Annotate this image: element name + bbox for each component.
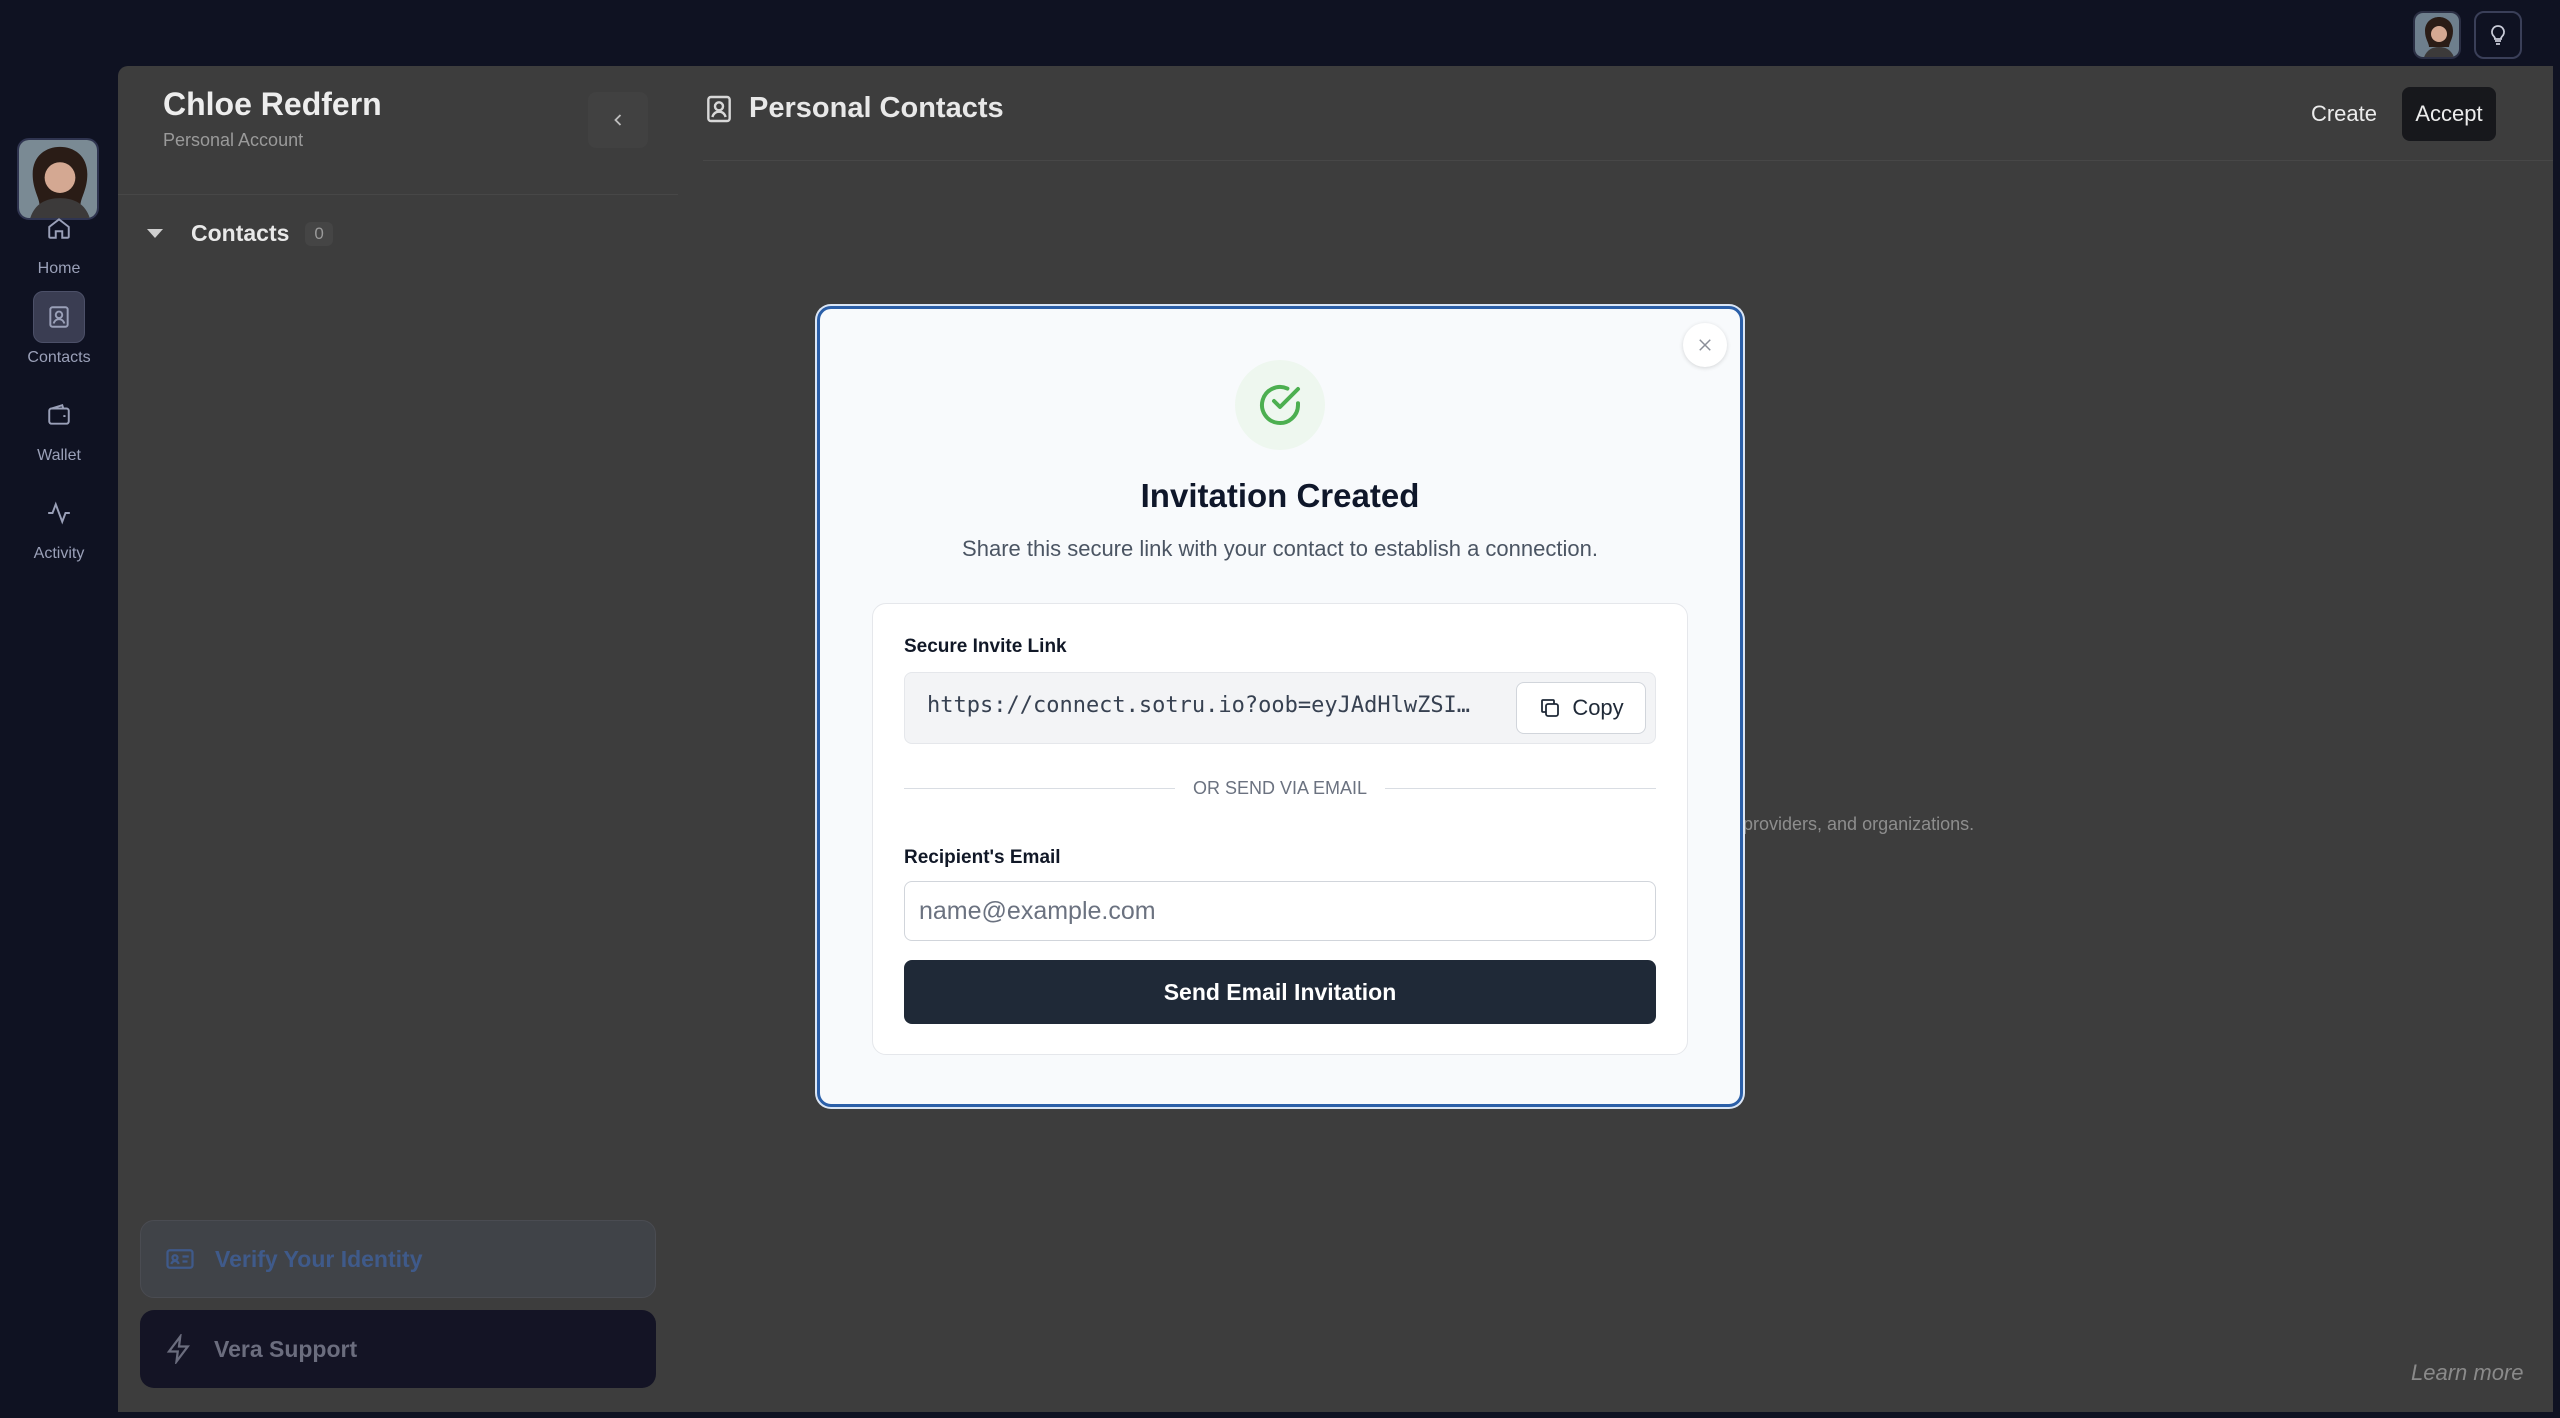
verify-identity-button[interactable]: Verify Your Identity [140, 1220, 656, 1298]
contacts-section-label: Contacts [191, 220, 290, 246]
rail-item-wallet[interactable]: Wallet [0, 389, 118, 465]
collapse-sidebar-button[interactable] [588, 92, 648, 148]
home-icon [33, 202, 85, 254]
invite-card: Secure Invite Link https://connect.sotru… [872, 603, 1688, 1055]
invite-link-label: Secure Invite Link [904, 636, 1067, 657]
create-button[interactable]: Create [2295, 88, 2393, 140]
vera-support-button[interactable]: Vera Support [140, 1310, 656, 1388]
divider-line-right [1385, 788, 1656, 789]
caret-down-icon [147, 229, 163, 238]
rail-label-activity: Activity [33, 545, 85, 562]
chevron-left-icon [614, 114, 622, 126]
divider-line-left [904, 788, 1175, 789]
contacts-section-toggle[interactable]: Contacts 0 [143, 220, 333, 247]
contacts-icon [33, 291, 85, 343]
verify-identity-label: Verify Your Identity [215, 1245, 423, 1272]
contacts-sidebar: Chloe Redfern Personal Account Contacts … [118, 66, 678, 1412]
activity-icon [33, 487, 85, 539]
content-divider [703, 160, 2553, 161]
lightbulb-icon[interactable] [2474, 11, 2522, 59]
send-email-invitation-button[interactable]: Send Email Invitation [904, 960, 1656, 1024]
recipient-email-input[interactable] [904, 881, 1656, 941]
rail-item-activity[interactable]: Activity [0, 487, 118, 563]
content-header: Personal Contacts [703, 92, 1004, 125]
copy-link-button[interactable]: Copy [1516, 682, 1646, 734]
close-icon [1699, 339, 1711, 351]
invitation-modal: Invitation Created Share this secure lin… [817, 306, 1743, 1107]
success-badge [1235, 360, 1325, 450]
wallet-icon [33, 389, 85, 441]
page-title: Personal Contacts [749, 92, 1004, 124]
invite-link-value[interactable]: https://connect.sotru.io?oob=eyJAdHlwZSI… [927, 693, 1487, 718]
left-rail: Home Contacts Wallet Activity [0, 66, 118, 1418]
modal-title: Invitation Created [1140, 477, 1420, 514]
copy-label: Copy [1572, 695, 1624, 720]
invite-link-box: https://connect.sotru.io?oob=eyJAdHlwZSI… [904, 672, 1656, 744]
learn-more-link[interactable]: Learn more [2411, 1360, 2524, 1386]
rail-item-contacts[interactable]: Contacts [0, 291, 118, 367]
accept-button[interactable]: Accept [2402, 87, 2496, 141]
top-bar [0, 0, 2560, 66]
or-divider: OR SEND VIA EMAIL [904, 778, 1656, 799]
modal-subtitle: Share this secure link with your contact… [962, 536, 1598, 561]
check-circle-icon [1260, 385, 1300, 425]
user-avatar[interactable] [2413, 11, 2461, 59]
rail-label-home: Home [37, 260, 81, 277]
rail-label-wallet: Wallet [37, 447, 81, 464]
rail-label-contacts: Contacts [27, 349, 91, 366]
close-modal-button[interactable] [1683, 323, 1727, 367]
id-card-icon [166, 1249, 194, 1269]
contacts-book-icon [707, 95, 731, 122]
empty-state-text: providers, and organizations. [1743, 814, 1975, 834]
copy-icon [1541, 699, 1560, 717]
account-type: Personal Account [163, 130, 304, 150]
or-divider-label: OR SEND VIA EMAIL [1192, 778, 1368, 798]
lightning-icon [166, 1334, 190, 1364]
rail-item-home[interactable]: Home [0, 202, 118, 278]
vera-support-label: Vera Support [214, 1335, 358, 1362]
contacts-count-badge: 0 [305, 221, 333, 246]
recipient-email-label: Recipient's Email [904, 847, 1061, 868]
user-name: Chloe Redfern [163, 86, 382, 122]
sidebar-divider [118, 194, 678, 195]
